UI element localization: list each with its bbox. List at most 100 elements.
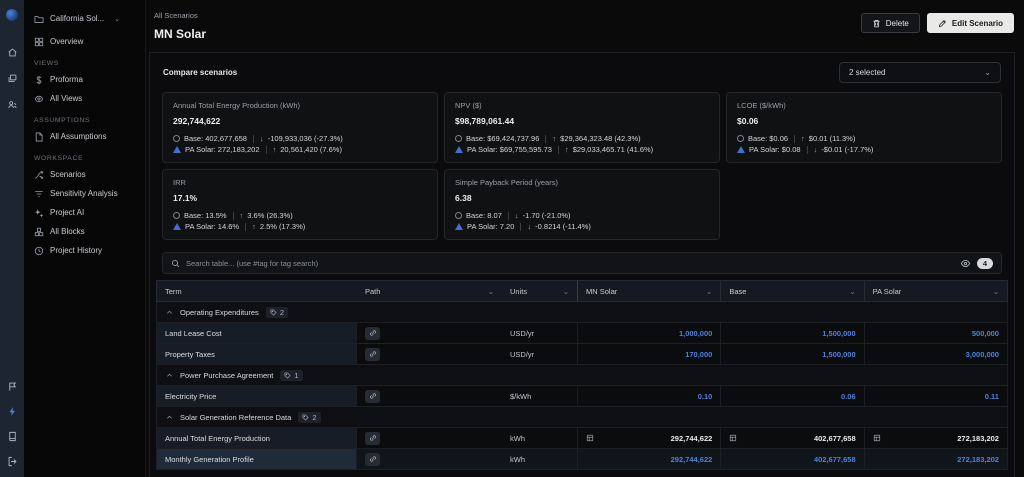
value-cell-base[interactable]: 1,500,000 (720, 344, 863, 364)
search-icon (171, 259, 180, 268)
kpi-cards: Annual Total Energy Production (kWh) 292… (150, 91, 1014, 249)
users-icon[interactable] (7, 99, 18, 110)
value-cell-base[interactable]: 402,677,658 (720, 428, 863, 448)
sidebar-item-label: Sensitivity Analysis (50, 189, 118, 198)
app-logo-icon[interactable] (6, 9, 18, 21)
path-cell[interactable] (357, 428, 502, 448)
link-icon[interactable] (365, 389, 380, 403)
column-header-mn-solar[interactable]: MN Solar ⌄ (577, 281, 720, 301)
windows-icon[interactable] (7, 73, 18, 84)
search-input[interactable] (186, 258, 954, 268)
kpi-pa-delta: -$0.01 (-17.7%) (821, 145, 874, 154)
edit-scenario-button[interactable]: Edit Scenario (926, 13, 1014, 33)
sidebar-item-proforma[interactable]: Proforma (34, 70, 141, 89)
visible-count-badge[interactable]: 4 (976, 257, 993, 269)
units-cell: USD/yr (510, 349, 535, 359)
base-marker-icon (173, 135, 180, 142)
path-cell[interactable] (357, 323, 502, 343)
arrow-down-icon: ↓ (259, 134, 264, 143)
chevron-down-icon: ⌄ (992, 286, 999, 296)
column-header-base[interactable]: Base ⌄ (720, 281, 863, 301)
bolt-icon[interactable] (7, 406, 18, 417)
kpi-base-text: Base: $69,424,737.96 (466, 134, 540, 143)
link-icon[interactable] (365, 347, 380, 361)
column-header-path[interactable]: Path ⌄ (357, 281, 502, 301)
value-cell-pa-solar[interactable]: 272,183,202 (863, 428, 1007, 448)
value-cell-pa-solar[interactable]: 0.11 (863, 386, 1007, 406)
table-row[interactable]: Property Taxes USD/yr 170,000 1,500,000 … (156, 344, 1008, 365)
value-cell-base[interactable]: 0.06 (720, 386, 863, 406)
value-cell-base[interactable]: 1,500,000 (720, 323, 863, 343)
sidebar-item-all-blocks[interactable]: All Blocks (34, 222, 141, 241)
path-cell[interactable] (357, 386, 502, 406)
kpi-pa-delta: -0.8214 (-11.4%) (535, 222, 591, 231)
value-cell-pa-solar[interactable]: 3,000,000 (863, 344, 1007, 364)
arrow-down-icon: ↓ (514, 211, 519, 220)
path-cell[interactable] (357, 344, 502, 364)
filter-icon (34, 189, 44, 199)
table-section-solar-generation-reference-data[interactable]: Solar Generation Reference Data 2 (156, 407, 1008, 428)
edit-scenario-button-label: Edit Scenario (951, 18, 1003, 28)
table-section-operating-expenditures[interactable]: Operating Expenditures 2 (156, 302, 1008, 323)
value-cell-mn-solar[interactable]: 170,000 (577, 344, 720, 364)
page-header: All Scenarios MN Solar Delete Edit Scena… (146, 0, 1024, 50)
icon-rail (0, 0, 24, 477)
sidebar-section-title: ASSUMPTIONS (34, 117, 91, 124)
chevron-down-icon: ⌄ (114, 15, 121, 23)
sidebar-item-label: Scenarios (50, 170, 86, 179)
base-marker-icon (455, 135, 462, 142)
kpi-title: IRR (173, 178, 186, 187)
value-cell-mn-solar[interactable]: 292,744,622 (577, 449, 720, 469)
term-cell: Property Taxes (157, 344, 357, 364)
kpi-title: LCOE ($/kWh) (737, 101, 786, 110)
sidebar-item-label: Project History (50, 246, 103, 255)
link-icon[interactable] (365, 326, 380, 340)
branch-icon (34, 170, 44, 180)
kpi-title: NPV ($) (455, 101, 482, 110)
column-header-pa-solar[interactable]: PA Solar ⌄ (863, 281, 1007, 301)
scenario-select-dropdown[interactable]: 2 selected ⌄ (839, 62, 1001, 83)
views-icon (34, 94, 44, 104)
folder-icon (34, 14, 44, 24)
path-cell[interactable] (357, 449, 502, 469)
logout-icon[interactable] (7, 456, 18, 467)
delete-button[interactable]: Delete (860, 13, 920, 33)
flag-icon[interactable] (7, 381, 18, 392)
term-cell: Electricity Price (157, 386, 357, 406)
sidebar-item-scenarios[interactable]: Scenarios (34, 165, 141, 184)
sidebar-item-project-ai[interactable]: Project AI (34, 203, 141, 222)
table-source-icon (729, 434, 737, 442)
sidebar-item-overview[interactable]: Overview (34, 32, 141, 51)
table-row[interactable]: Monthly Generation Profile kWh 292,744,6… (156, 449, 1008, 470)
value-cell-pa-solar[interactable]: 500,000 (863, 323, 1007, 343)
project-selector[interactable]: California Sol... ⌄ (34, 9, 141, 28)
value-cell-mn-solar[interactable]: 1,000,000 (577, 323, 720, 343)
column-header-units[interactable]: Units ⌄ (502, 281, 577, 301)
kpi-base-text: Base: 8.07 (466, 211, 502, 220)
delete-button-label: Delete (885, 18, 909, 28)
units-cell: kWh (510, 454, 525, 464)
sidebar-item-project-history[interactable]: Project History (34, 241, 141, 260)
book-icon[interactable] (7, 431, 18, 442)
link-icon[interactable] (365, 431, 380, 445)
sidebar-item-all-views[interactable]: All Views (34, 89, 141, 108)
eye-icon[interactable] (960, 258, 971, 269)
pa-solar-marker-icon (737, 146, 745, 153)
sidebar-item-sensitivity-analysis[interactable]: Sensitivity Analysis (34, 184, 141, 203)
chevron-down-icon: ⌄ (706, 286, 713, 296)
trash-icon (872, 19, 881, 28)
kpi-base-text: Base: 402,677,658 (184, 134, 247, 143)
table-section-power-purchase-agreement[interactable]: Power Purchase Agreement 1 (156, 365, 1008, 386)
value-cell-mn-solar[interactable]: 0.10 (577, 386, 720, 406)
table-row[interactable]: Annual Total Energy Production kWh 292,7… (156, 428, 1008, 449)
value-cell-pa-solar[interactable]: 272,183,202 (863, 449, 1007, 469)
link-icon[interactable] (365, 452, 380, 466)
value-cell-base[interactable]: 402,677,658 (720, 449, 863, 469)
kpi-pa-text: PA Solar: $69,755,595.73 (467, 145, 552, 154)
sidebar-item-all-assumptions[interactable]: All Assumptions (34, 127, 141, 146)
home-icon[interactable] (7, 47, 18, 58)
table-row[interactable]: Electricity Price $/kWh 0.10 0.06 0.11 (156, 386, 1008, 407)
value-cell-mn-solar[interactable]: 292,744,622 (577, 428, 720, 448)
table-row[interactable]: Land Lease Cost USD/yr 1,000,000 1,500,0… (156, 323, 1008, 344)
kpi-pa-text: PA Solar: 7.20 (467, 222, 515, 231)
